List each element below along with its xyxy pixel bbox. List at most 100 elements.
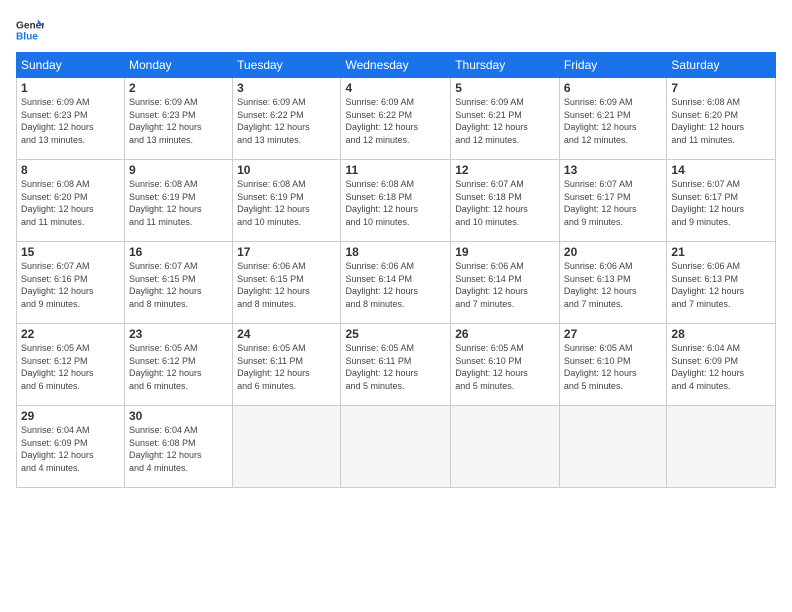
week-row-1: 1Sunrise: 6:09 AM Sunset: 6:23 PM Daylig… [17,78,776,160]
day-info: Sunrise: 6:09 AM Sunset: 6:21 PM Dayligh… [564,96,663,146]
day-info: Sunrise: 6:08 AM Sunset: 6:19 PM Dayligh… [129,178,228,228]
day-info: Sunrise: 6:07 AM Sunset: 6:18 PM Dayligh… [455,178,555,228]
day-number: 29 [21,409,120,423]
day-number: 4 [345,81,446,95]
day-number: 20 [564,245,663,259]
day-cell: 8Sunrise: 6:08 AM Sunset: 6:20 PM Daylig… [17,160,125,242]
weekday-tuesday: Tuesday [233,53,341,78]
day-number: 2 [129,81,228,95]
day-info: Sunrise: 6:06 AM Sunset: 6:13 PM Dayligh… [564,260,663,310]
day-number: 22 [21,327,120,341]
day-info: Sunrise: 6:09 AM Sunset: 6:21 PM Dayligh… [455,96,555,146]
day-cell: 26Sunrise: 6:05 AM Sunset: 6:10 PM Dayli… [451,324,560,406]
day-number: 21 [671,245,771,259]
day-info: Sunrise: 6:05 AM Sunset: 6:10 PM Dayligh… [564,342,663,392]
day-cell: 13Sunrise: 6:07 AM Sunset: 6:17 PM Dayli… [559,160,667,242]
day-number: 14 [671,163,771,177]
day-cell: 17Sunrise: 6:06 AM Sunset: 6:15 PM Dayli… [233,242,341,324]
day-info: Sunrise: 6:09 AM Sunset: 6:23 PM Dayligh… [129,96,228,146]
day-number: 8 [21,163,120,177]
day-info: Sunrise: 6:06 AM Sunset: 6:13 PM Dayligh… [671,260,771,310]
day-info: Sunrise: 6:09 AM Sunset: 6:22 PM Dayligh… [237,96,336,146]
day-cell: 15Sunrise: 6:07 AM Sunset: 6:16 PM Dayli… [17,242,125,324]
day-cell: 25Sunrise: 6:05 AM Sunset: 6:11 PM Dayli… [341,324,451,406]
weekday-friday: Friday [559,53,667,78]
day-cell: 29Sunrise: 6:04 AM Sunset: 6:09 PM Dayli… [17,406,125,488]
day-info: Sunrise: 6:06 AM Sunset: 6:14 PM Dayligh… [455,260,555,310]
day-number: 5 [455,81,555,95]
day-info: Sunrise: 6:07 AM Sunset: 6:15 PM Dayligh… [129,260,228,310]
week-row-4: 22Sunrise: 6:05 AM Sunset: 6:12 PM Dayli… [17,324,776,406]
day-info: Sunrise: 6:08 AM Sunset: 6:19 PM Dayligh… [237,178,336,228]
day-number: 7 [671,81,771,95]
week-row-3: 15Sunrise: 6:07 AM Sunset: 6:16 PM Dayli… [17,242,776,324]
day-number: 17 [237,245,336,259]
day-cell: 27Sunrise: 6:05 AM Sunset: 6:10 PM Dayli… [559,324,667,406]
day-number: 19 [455,245,555,259]
day-cell: 1Sunrise: 6:09 AM Sunset: 6:23 PM Daylig… [17,78,125,160]
day-number: 24 [237,327,336,341]
day-cell: 10Sunrise: 6:08 AM Sunset: 6:19 PM Dayli… [233,160,341,242]
day-cell: 19Sunrise: 6:06 AM Sunset: 6:14 PM Dayli… [451,242,560,324]
day-cell: 9Sunrise: 6:08 AM Sunset: 6:19 PM Daylig… [124,160,232,242]
day-info: Sunrise: 6:07 AM Sunset: 6:17 PM Dayligh… [564,178,663,228]
weekday-wednesday: Wednesday [341,53,451,78]
day-cell [341,406,451,488]
day-cell: 20Sunrise: 6:06 AM Sunset: 6:13 PM Dayli… [559,242,667,324]
day-info: Sunrise: 6:07 AM Sunset: 6:17 PM Dayligh… [671,178,771,228]
week-row-5: 29Sunrise: 6:04 AM Sunset: 6:09 PM Dayli… [17,406,776,488]
svg-text:Blue: Blue [16,31,38,42]
day-cell: 18Sunrise: 6:06 AM Sunset: 6:14 PM Dayli… [341,242,451,324]
day-cell: 2Sunrise: 6:09 AM Sunset: 6:23 PM Daylig… [124,78,232,160]
day-number: 23 [129,327,228,341]
day-number: 18 [345,245,446,259]
day-cell: 4Sunrise: 6:09 AM Sunset: 6:22 PM Daylig… [341,78,451,160]
day-number: 26 [455,327,555,341]
calendar-page: General Blue SundayMondayTuesdayWednesda… [0,0,792,612]
weekday-saturday: Saturday [667,53,776,78]
day-info: Sunrise: 6:04 AM Sunset: 6:09 PM Dayligh… [21,424,120,474]
day-number: 1 [21,81,120,95]
day-info: Sunrise: 6:08 AM Sunset: 6:20 PM Dayligh… [21,178,120,228]
weekday-thursday: Thursday [451,53,560,78]
header: General Blue [16,16,776,44]
day-cell: 5Sunrise: 6:09 AM Sunset: 6:21 PM Daylig… [451,78,560,160]
day-cell: 12Sunrise: 6:07 AM Sunset: 6:18 PM Dayli… [451,160,560,242]
day-number: 10 [237,163,336,177]
day-info: Sunrise: 6:04 AM Sunset: 6:09 PM Dayligh… [671,342,771,392]
day-cell: 6Sunrise: 6:09 AM Sunset: 6:21 PM Daylig… [559,78,667,160]
day-number: 27 [564,327,663,341]
week-row-2: 8Sunrise: 6:08 AM Sunset: 6:20 PM Daylig… [17,160,776,242]
weekday-header-row: SundayMondayTuesdayWednesdayThursdayFrid… [17,53,776,78]
day-number: 3 [237,81,336,95]
day-info: Sunrise: 6:05 AM Sunset: 6:11 PM Dayligh… [345,342,446,392]
day-cell: 14Sunrise: 6:07 AM Sunset: 6:17 PM Dayli… [667,160,776,242]
day-number: 12 [455,163,555,177]
day-info: Sunrise: 6:06 AM Sunset: 6:15 PM Dayligh… [237,260,336,310]
day-info: Sunrise: 6:05 AM Sunset: 6:12 PM Dayligh… [21,342,120,392]
logo-icon: General Blue [16,16,44,44]
day-cell: 30Sunrise: 6:04 AM Sunset: 6:08 PM Dayli… [124,406,232,488]
day-cell: 28Sunrise: 6:04 AM Sunset: 6:09 PM Dayli… [667,324,776,406]
weekday-sunday: Sunday [17,53,125,78]
day-cell: 21Sunrise: 6:06 AM Sunset: 6:13 PM Dayli… [667,242,776,324]
day-number: 6 [564,81,663,95]
day-info: Sunrise: 6:08 AM Sunset: 6:20 PM Dayligh… [671,96,771,146]
day-info: Sunrise: 6:07 AM Sunset: 6:16 PM Dayligh… [21,260,120,310]
day-info: Sunrise: 6:05 AM Sunset: 6:11 PM Dayligh… [237,342,336,392]
day-cell: 7Sunrise: 6:08 AM Sunset: 6:20 PM Daylig… [667,78,776,160]
day-info: Sunrise: 6:09 AM Sunset: 6:23 PM Dayligh… [21,96,120,146]
day-cell [559,406,667,488]
weekday-monday: Monday [124,53,232,78]
day-cell [233,406,341,488]
day-cell [667,406,776,488]
day-info: Sunrise: 6:05 AM Sunset: 6:10 PM Dayligh… [455,342,555,392]
day-number: 15 [21,245,120,259]
day-cell: 11Sunrise: 6:08 AM Sunset: 6:18 PM Dayli… [341,160,451,242]
day-info: Sunrise: 6:04 AM Sunset: 6:08 PM Dayligh… [129,424,228,474]
day-number: 11 [345,163,446,177]
day-number: 13 [564,163,663,177]
logo: General Blue [16,16,44,44]
day-cell: 16Sunrise: 6:07 AM Sunset: 6:15 PM Dayli… [124,242,232,324]
day-cell: 23Sunrise: 6:05 AM Sunset: 6:12 PM Dayli… [124,324,232,406]
